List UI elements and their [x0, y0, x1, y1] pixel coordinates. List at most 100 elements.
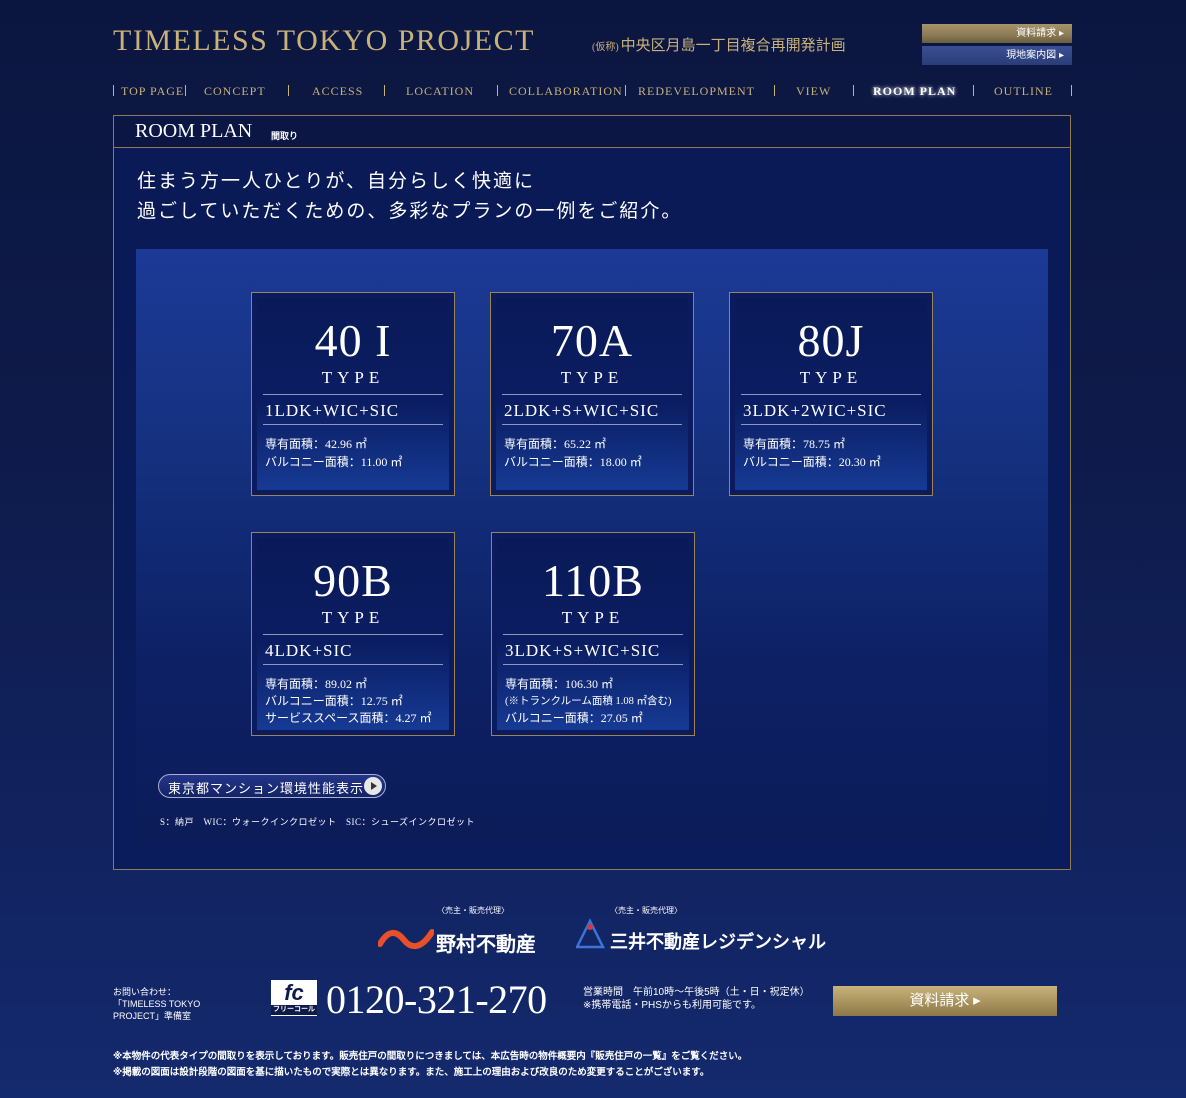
business-hours: 営業時間 午前10時〜午後5時（土・日・祝定休） ※携帯電話・PHSからも利用可… — [583, 986, 823, 1012]
nav-access[interactable]: ACCESS — [312, 83, 363, 99]
plan-spec: 専有面積：78.75 ㎡ — [743, 437, 846, 451]
plan-type-label: TYPE — [561, 608, 625, 627]
site-subtitle: (仮称) 中央区月島一丁目複合再開発計画 — [592, 34, 846, 55]
footer-note-1: ※本物件の代表タイプの間取りを表示しております。販売住戸の間取りにつきましては、… — [113, 1051, 748, 1062]
plan-card-80j[interactable]: 80J TYPE 3LDK+2WIC+SIC 専有面積：78.75 ㎡ バルコニ… — [729, 292, 933, 496]
nomura-logo-icon[interactable] — [378, 926, 434, 952]
plan-spec: 専有面積：106.30 ㎡ — [505, 677, 614, 691]
plan-type: 110B — [542, 555, 644, 606]
plan-type-label: TYPE — [321, 368, 385, 387]
nav-separator — [625, 85, 626, 96]
card-body: 90B TYPE 4LDK+SIC 専有面積：89.02 ㎡ バルコニー面積：1… — [257, 538, 449, 730]
nav-collaboration[interactable]: COLLABORATION — [509, 83, 623, 99]
plan-layout: 3LDK+2WIC+SIC — [743, 401, 887, 420]
plan-spec: 専有面積：89.02 ㎡ — [265, 677, 368, 691]
divider — [263, 664, 443, 665]
site-title[interactable]: TIMELESS TOKYO PROJECT — [113, 24, 535, 58]
nav-room-plan[interactable]: ROOM PLAN — [873, 83, 956, 99]
subtitle-text: 中央区月島一丁目複合再開発計画 — [620, 38, 846, 54]
card-body: 80J TYPE 3LDK+2WIC+SIC 専有面積：78.75 ㎡ バルコニ… — [735, 298, 927, 490]
plan-layout: 4LDK+SIC — [265, 641, 353, 660]
nav-redevelopment[interactable]: REDEVELOPMENT — [638, 83, 755, 99]
divider — [263, 394, 443, 395]
env-performance-button[interactable]: 東京都マンション環境性能表示 — [158, 774, 386, 798]
nav-view[interactable]: VIEW — [796, 83, 831, 99]
plan-type-label: TYPE — [321, 608, 385, 627]
plan-spec: 専有面積：65.22 ㎡ — [504, 437, 607, 451]
mitsui-caption: 〈売主・販売代理〉 — [610, 906, 682, 915]
nomura-logo-text[interactable]: 野村不動産 — [436, 928, 536, 957]
nav-separator — [774, 85, 775, 96]
nav-separator — [113, 85, 114, 96]
freecall-mark: fc — [284, 980, 304, 1005]
plan-spec: サービススペース面積：4.27 ㎡ — [265, 711, 432, 725]
plan-layout: 3LDK+S+WIC+SIC — [505, 641, 661, 660]
footer-request-docs-button[interactable]: 資料請求 ▸ — [833, 986, 1057, 1016]
plan-spec: バルコニー面積：18.00 ㎡ — [504, 455, 642, 469]
nav-location[interactable]: LOCATION — [406, 83, 474, 99]
divider — [502, 394, 682, 395]
card-body: 40 I TYPE 1LDK+WIC+SIC 専有面積：42.96 ㎡ バルコニ… — [257, 298, 449, 490]
lead-text: 住まう方一人ひとりが、自分らしく快適に 過ごしていただくための、多彩なプランの一… — [137, 166, 682, 226]
plan-type-label: TYPE — [560, 368, 624, 387]
divider — [503, 664, 683, 665]
nav-top-page[interactable]: TOP PAGE — [121, 83, 184, 99]
mobile-note: ※携帯電話・PHSからも利用可能です。 — [583, 1000, 761, 1011]
subtitle-prefix: (仮称) — [592, 42, 619, 53]
divider — [502, 424, 682, 425]
plan-layout: 1LDK+WIC+SIC — [265, 401, 400, 420]
nav-separator — [185, 85, 186, 96]
request-docs-button[interactable]: 資料請求 ▸ — [922, 24, 1072, 43]
plan-spec: バルコニー面積：11.00 ㎡ — [265, 455, 403, 469]
site-map-button[interactable]: 現地案内図 ▸ — [922, 46, 1072, 65]
freecall-icon: fc フリーコール — [271, 980, 317, 1016]
plan-card-70a[interactable]: 70A TYPE 2LDK+S+WIC+SIC 専有面積：65.22 ㎡ バルコ… — [490, 292, 694, 496]
plan-spec: バルコニー面積：27.05 ㎡ — [505, 711, 643, 725]
freecall-label: フリーコール — [271, 1005, 317, 1015]
room-plan-panel: ROOM PLAN 間取り 住まう方一人ひとりが、自分らしく快適に 過ごしていた… — [113, 115, 1071, 870]
plan-spec: 専有面積：42.96 ㎡ — [265, 437, 368, 451]
plan-spec: (※トランクルーム面積 1.08 ㎡含む) — [505, 696, 672, 707]
plan-type: 40 I — [314, 315, 392, 366]
mitsui-logo-text[interactable]: 三井不動産レジデンシャル — [610, 928, 826, 954]
divider — [263, 424, 443, 425]
nav-separator — [853, 85, 854, 96]
card-body: 70A TYPE 2LDK+S+WIC+SIC 専有面積：65.22 ㎡ バルコ… — [496, 298, 688, 490]
page-title: ROOM PLAN — [135, 120, 253, 142]
nav-concept[interactable]: CONCEPT — [204, 83, 266, 99]
plan-card-40i[interactable]: 40 I TYPE 1LDK+WIC+SIC 専有面積：42.96 ㎡ バルコニ… — [251, 292, 455, 496]
nomura-caption: 〈売主・販売代理〉 — [437, 906, 509, 915]
plan-card-90b[interactable]: 90B TYPE 4LDK+SIC 専有面積：89.02 ㎡ バルコニー面積：1… — [251, 532, 455, 736]
hours-text: 営業時間 午前10時〜午後5時（土・日・祝定休） — [583, 987, 810, 998]
divider — [741, 394, 921, 395]
plan-type: 70A — [550, 315, 634, 366]
divider — [741, 424, 921, 425]
plan-type: 90B — [313, 555, 393, 606]
nav-separator — [288, 85, 289, 96]
phone-number[interactable]: 0120-321-270 — [326, 976, 547, 1023]
card-body: 110B TYPE 3LDK+S+WIC+SIC 専有面積：106.30 ㎡ (… — [497, 538, 689, 730]
divider — [263, 634, 443, 635]
mitsui-logo-icon[interactable] — [576, 918, 606, 950]
nav-separator — [497, 85, 498, 96]
plan-layout: 2LDK+S+WIC+SIC — [504, 401, 660, 420]
lead-line-2: 過ごしていただくための、多彩なプランの一例をご紹介。 — [137, 200, 683, 222]
nav-outline[interactable]: OUTLINE — [994, 83, 1053, 99]
lead-line-1: 住まう方一人ひとりが、自分らしく快適に — [137, 170, 536, 192]
plan-type: 80J — [797, 315, 865, 366]
plan-area: 40 I TYPE 1LDK+WIC+SIC 専有面積：42.96 ㎡ バルコニ… — [136, 249, 1048, 846]
env-performance-label: 東京都マンション環境性能表示 — [168, 781, 365, 796]
page-title-ja: 間取り — [271, 131, 299, 141]
plan-type-label: TYPE — [799, 368, 863, 387]
abbreviation-legend: S：納戸 WIC：ウォークインクロゼット SIC：シューズインクロゼット — [160, 817, 476, 827]
plan-card-110b[interactable]: 110B TYPE 3LDK+S+WIC+SIC 専有面積：106.30 ㎡ (… — [491, 532, 695, 736]
global-nav: TOP PAGE CONCEPT ACCESS LOCATION COLLABO… — [113, 83, 1075, 99]
footer-note-2: ※掲載の図面は設計段階の図面を基に描いたもので実際とは異なります。また、施工上の… — [113, 1067, 710, 1078]
nav-separator — [1071, 85, 1072, 96]
play-arrow-icon — [364, 777, 382, 795]
plan-spec: バルコニー面積：20.30 ㎡ — [743, 455, 881, 469]
contact-label: お問い合わせ：「TIMELESS TOKYO PROJECT」準備室 — [113, 987, 201, 1021]
panel-header: ROOM PLAN 間取り — [114, 116, 1070, 148]
plan-spec: バルコニー面積：12.75 ㎡ — [265, 694, 403, 708]
divider — [503, 634, 683, 635]
